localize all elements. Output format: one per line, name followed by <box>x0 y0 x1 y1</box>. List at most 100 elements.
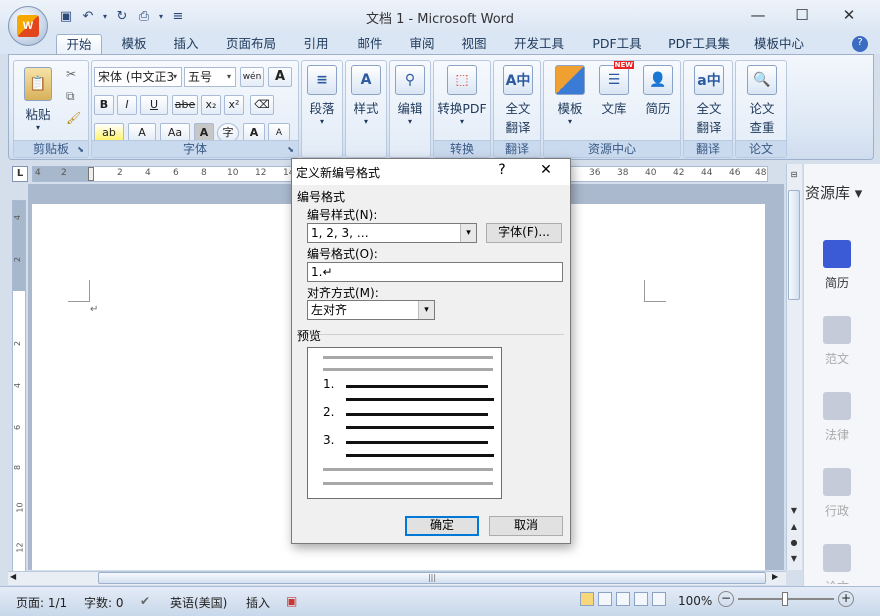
spell-check-icon[interactable]: ✔ <box>140 594 150 608</box>
horizontal-scroll-thumb[interactable]: ||| <box>98 572 766 584</box>
tab-pdf-toolset[interactable]: PDF工具集 <box>660 34 738 54</box>
cut-icon[interactable]: ✂ <box>66 67 76 81</box>
zoom-slider-thumb[interactable] <box>782 592 788 606</box>
subscript-button[interactable]: x₂ <box>201 95 221 115</box>
ruler-toggle-icon[interactable]: ⊟ <box>788 168 800 182</box>
resource-paper-label: 论文 <box>825 580 849 584</box>
resume-button[interactable]: 👤 简历 <box>638 65 678 117</box>
tab-developer[interactable]: 开发工具 <box>506 34 572 54</box>
italic-button[interactable]: I <box>117 95 137 115</box>
vertical-scroll-thumb[interactable] <box>788 190 800 300</box>
dialog-close-button[interactable]: ✕ <box>536 162 556 178</box>
font-size-combo[interactable]: 五号 ▾ <box>184 67 236 87</box>
resource-admin-label: 行政 <box>824 504 849 518</box>
zoom-out-icon[interactable]: − <box>718 591 734 607</box>
dialog-help-button[interactable]: ? <box>492 162 512 178</box>
paste-button[interactable]: 📋 粘贴 ▾ <box>18 67 58 132</box>
scroll-down-icon[interactable]: ▼ <box>788 504 800 518</box>
indent-marker-icon[interactable] <box>88 167 94 181</box>
language-status[interactable]: 英语(美国) <box>170 594 227 611</box>
ruler-number: 42 <box>673 168 685 178</box>
office-button[interactable]: W <box>8 6 48 46</box>
tab-mailings[interactable]: 邮件 <box>348 34 392 54</box>
zoom-level[interactable]: 100% <box>678 594 712 608</box>
scroll-left-icon[interactable]: ◀ <box>10 572 16 581</box>
resource-admin[interactable]: 行政 <box>812 468 862 519</box>
styles-button[interactable]: A 样式 ▾ <box>350 65 382 126</box>
draft-view-icon[interactable] <box>652 592 666 606</box>
underline-button[interactable]: U <box>140 95 168 115</box>
tab-review[interactable]: 审阅 <box>400 34 444 54</box>
library-button[interactable]: ☰ NEW 文库 <box>594 61 634 117</box>
tab-home[interactable]: 开始 <box>56 34 102 54</box>
alignment-select[interactable]: 左对齐 ▾ <box>307 300 435 320</box>
tab-pdf-tools[interactable]: PDF工具 <box>584 34 650 54</box>
macro-record-icon[interactable]: ▣ <box>286 594 297 608</box>
library-label: 文库 <box>601 101 627 116</box>
full-screen-reading-icon[interactable] <box>598 592 612 606</box>
char-border-button[interactable]: A <box>268 67 292 87</box>
minimize-button[interactable]: — <box>738 4 778 26</box>
template-button[interactable]: 模板 ▾ <box>550 65 590 126</box>
ruler-number: 46 <box>729 168 741 178</box>
resource-panel-title[interactable]: 资源库 ▾ <box>805 182 879 203</box>
copy-icon[interactable]: ⧉ <box>66 89 75 104</box>
resource-paper[interactable]: 论文 <box>812 544 862 584</box>
paragraph-button[interactable]: ≡ 段落 ▾ <box>306 65 338 126</box>
browse-object-icon[interactable]: ● <box>788 536 800 550</box>
tab-references[interactable]: 引用 <box>294 34 338 54</box>
superscript-button[interactable]: x² <box>224 95 244 115</box>
ok-button[interactable]: 确定 <box>405 516 479 536</box>
clipboard-group: 📋 粘贴 ▾ ✂ ⧉ 🖌 剪贴板 ⬊ <box>13 60 89 158</box>
number-format-input[interactable]: 1.↵ <box>307 262 563 282</box>
align-lines-icon: ≡ <box>307 65 337 95</box>
resource-resume[interactable]: 简历 <box>812 240 862 291</box>
maximize-button[interactable]: ☐ <box>782 4 822 26</box>
scroll-right-icon[interactable]: ▶ <box>772 572 778 581</box>
close-button[interactable]: ✕ <box>829 4 869 26</box>
bold-button[interactable]: B <box>94 95 114 115</box>
zoom-in-icon[interactable]: + <box>838 591 854 607</box>
phonetic-guide-button[interactable]: wén <box>240 67 264 87</box>
vertical-ruler[interactable]: 4 2 2 4 6 8 10 12 <box>12 200 26 572</box>
resource-sample[interactable]: 范文 <box>812 316 862 367</box>
prev-page-icon[interactable]: ▲ <box>788 520 800 534</box>
plagiarism-check-button[interactable]: 🔍 论文 查重 <box>742 65 782 136</box>
strikethrough-button[interactable]: abe <box>172 95 198 115</box>
font-name-combo[interactable]: 宋体 (中文正3 ▾ <box>94 67 182 87</box>
tab-view[interactable]: 视图 <box>452 34 496 54</box>
tab-template-center[interactable]: 模板中心 <box>746 34 812 54</box>
preview-number: 2. <box>323 405 335 419</box>
resource-law[interactable]: 法律 <box>812 392 862 443</box>
next-page-icon[interactable]: ▼ <box>788 552 800 566</box>
clear-format-icon[interactable]: ⌫ <box>250 95 274 115</box>
help-icon[interactable]: ? <box>852 36 868 52</box>
tab-insert[interactable]: 插入 <box>164 34 208 54</box>
clipboard-launcher-icon[interactable]: ⬊ <box>77 145 84 154</box>
chevron-down-icon: ▾ <box>172 72 177 81</box>
font-button[interactable]: 字体(F)... <box>486 223 562 243</box>
tab-selector[interactable]: L <box>12 166 28 182</box>
font-launcher-icon[interactable]: ⬊ <box>287 145 294 154</box>
editing-button[interactable]: ⚲ 编辑 ▾ <box>394 65 426 126</box>
format-painter-icon[interactable]: 🖌 <box>66 111 81 125</box>
new-badge: NEW <box>613 61 634 69</box>
cancel-button[interactable]: 取消 <box>489 516 563 536</box>
page-count[interactable]: 页面: 1/1 <box>16 594 67 611</box>
word-count[interactable]: 字数: 0 <box>84 594 124 611</box>
number-style-select[interactable]: 1, 2, 3, … ▾ <box>307 223 477 243</box>
tab-page-layout[interactable]: 页面布局 <box>220 34 282 54</box>
to-pdf-label: 转换PDF <box>437 101 487 116</box>
print-layout-icon[interactable] <box>580 592 594 606</box>
font-group: 宋体 (中文正3 ▾ 五号 ▾ wén A B I U abe x₂ x² ⌫ ab… <box>91 60 299 158</box>
alignment-label: 对齐方式(M): <box>307 286 379 300</box>
to-pdf-button[interactable]: ⬚ 转换PDF ▾ <box>436 65 488 126</box>
outline-view-icon[interactable] <box>634 592 648 606</box>
translate-label-1: 全文 <box>505 101 531 116</box>
insert-mode[interactable]: 插入 <box>246 594 270 611</box>
ruler-number: 10 <box>15 502 25 513</box>
web-layout-icon[interactable] <box>616 592 630 606</box>
full-translate2-button[interactable]: a中 全文 翻译 <box>689 65 729 136</box>
tab-template[interactable]: 模板 <box>112 34 156 54</box>
full-translate-button[interactable]: A中 全文 翻译 <box>498 65 538 136</box>
